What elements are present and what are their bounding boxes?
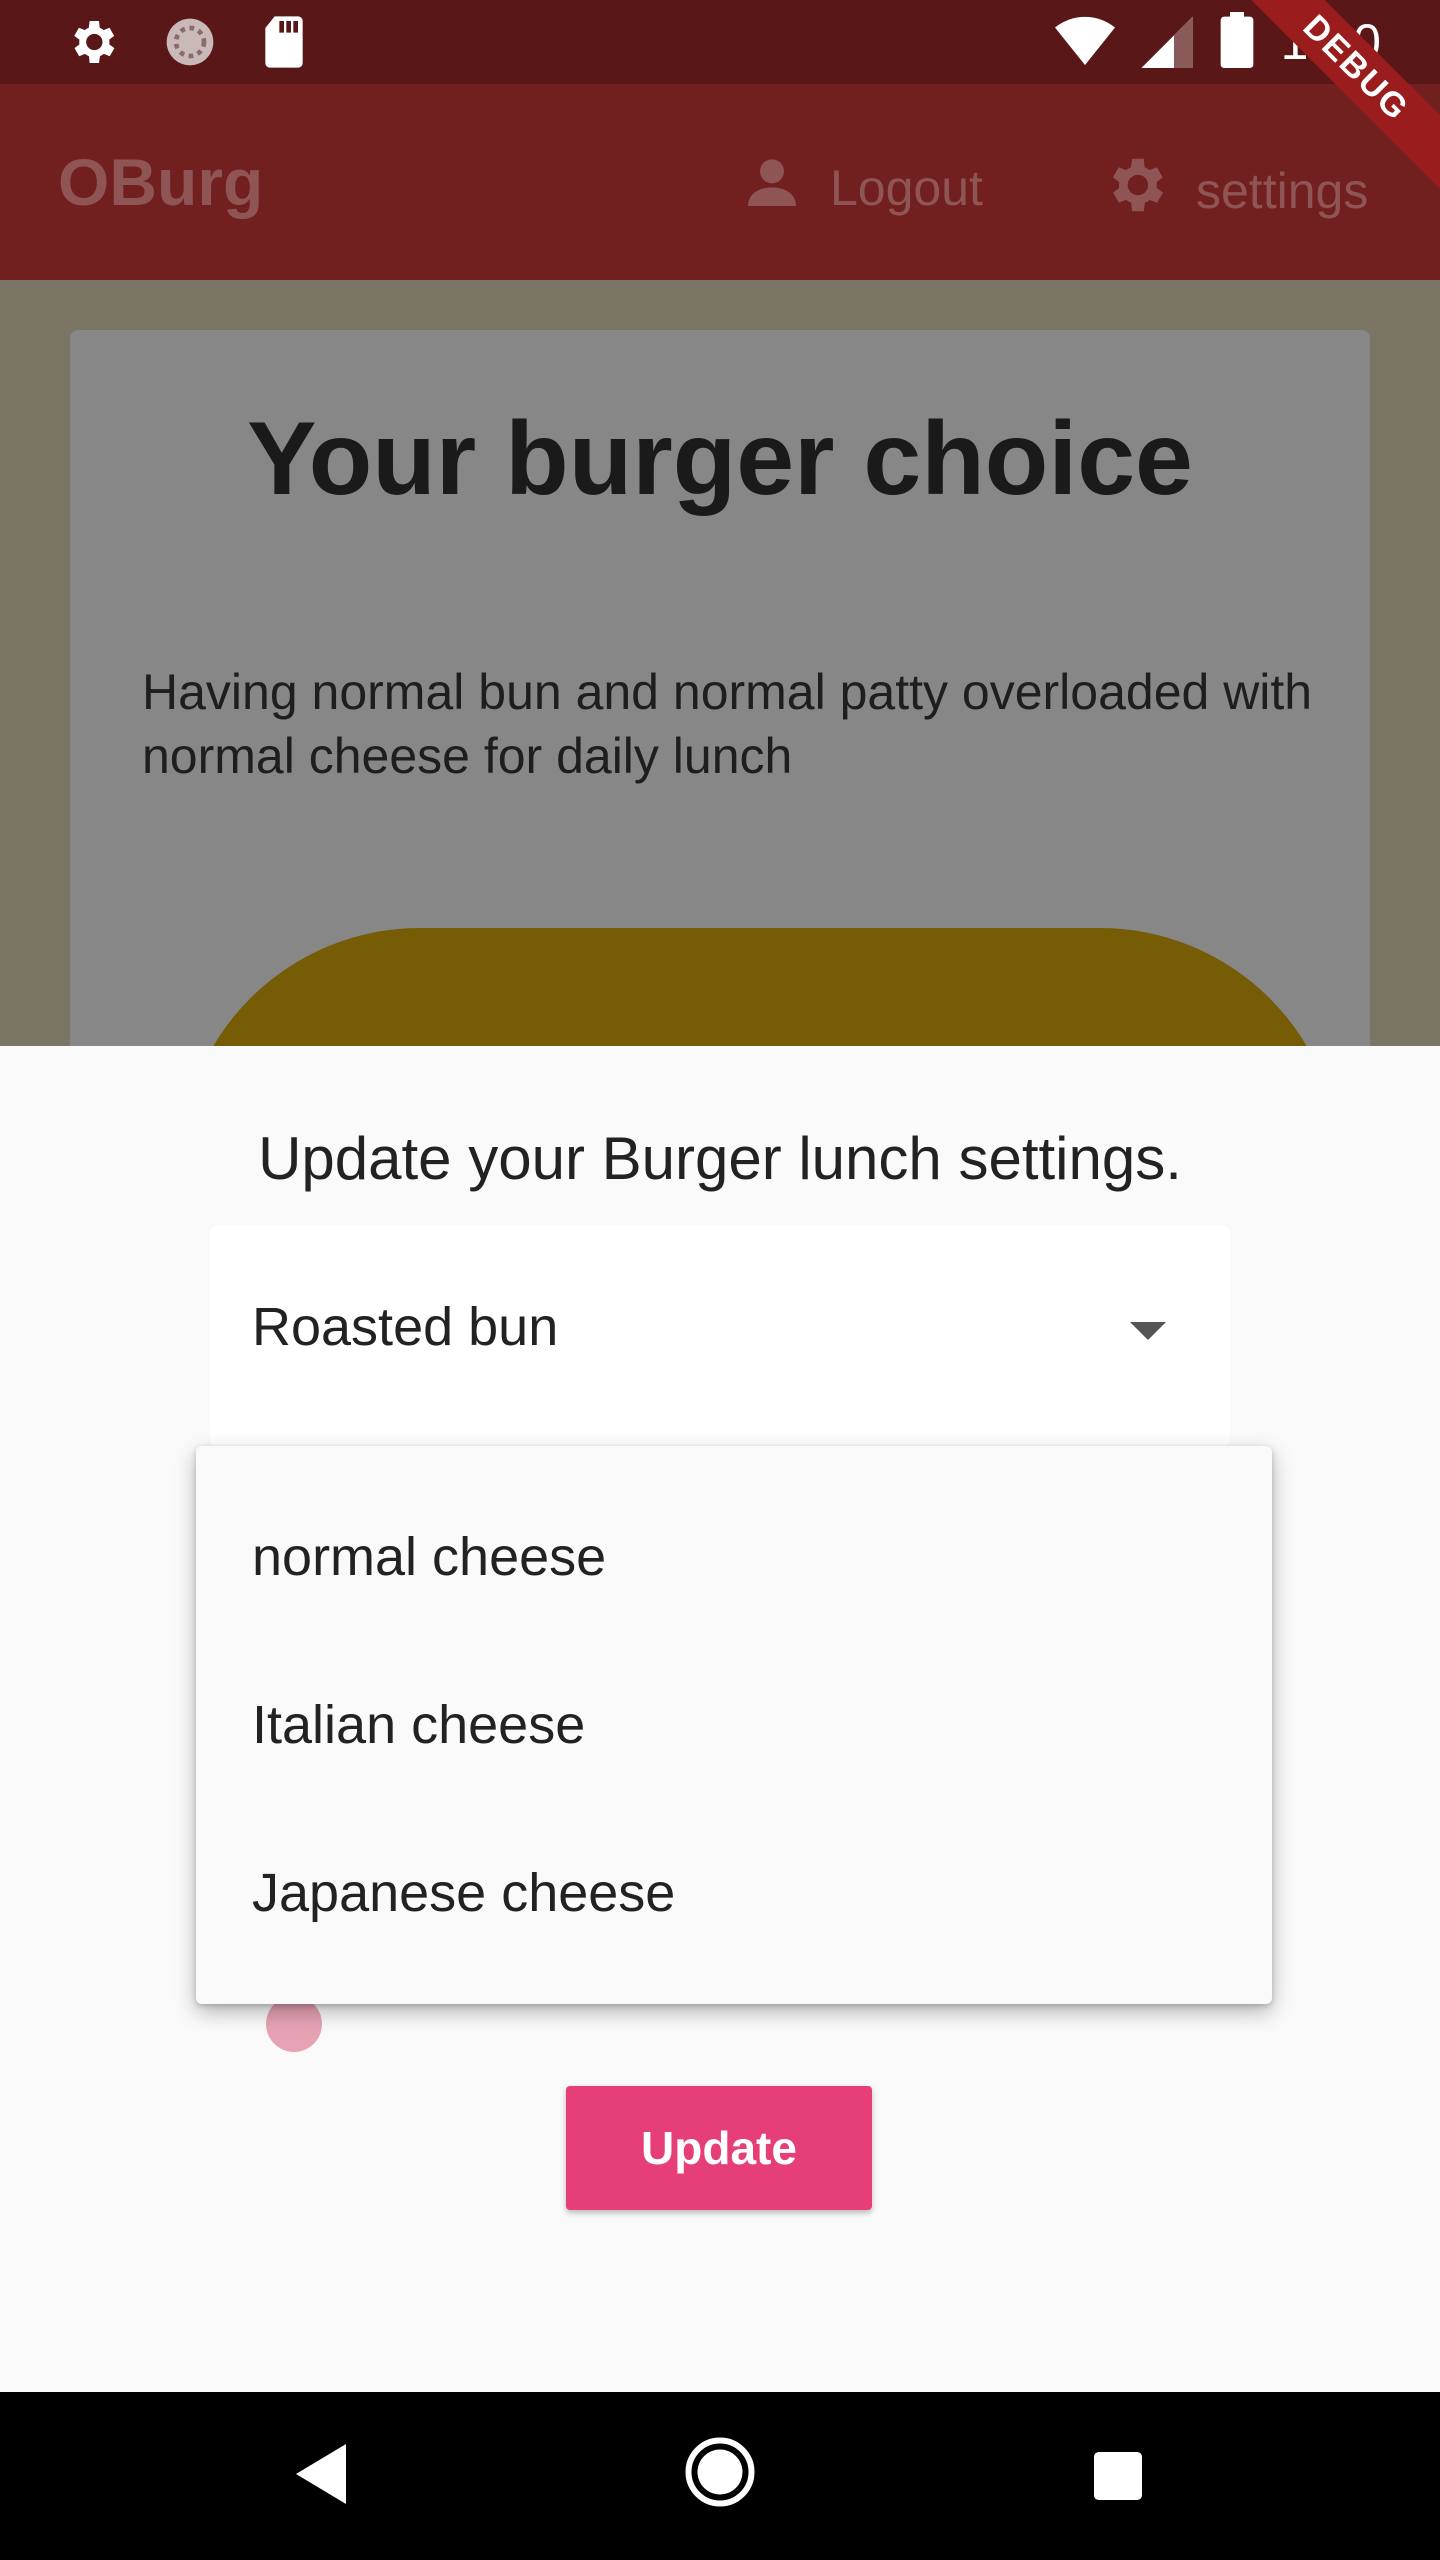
person-icon: [740, 150, 804, 226]
navigation-bar: [0, 2392, 1440, 2560]
menu-item-normal-cheese[interactable]: normal cheese: [252, 1526, 606, 1588]
menu-item-italian-cheese[interactable]: Italian cheese: [252, 1694, 585, 1756]
menu-item-japanese-cheese[interactable]: Japanese cheese: [252, 1862, 675, 1924]
signal-icon: [1141, 12, 1193, 72]
burger-card: Your burger choice Having normal bun and…: [70, 330, 1370, 1090]
back-icon[interactable]: [296, 2444, 346, 2508]
sd-card-icon: [260, 14, 308, 74]
status-left-icons: [64, 14, 308, 74]
card-heading: Your burger choice: [247, 401, 1193, 517]
app-bar: OBurg Logout settings: [0, 84, 1440, 280]
gear-icon: [1100, 150, 1170, 232]
settings-icon: [64, 14, 120, 74]
app-screen: 1:00 OBurg Logout settings DEBUG Your bu…: [0, 0, 1440, 2560]
sheet-title: Update your Burger lunch settings.: [258, 1125, 1182, 1192]
card-description: Having normal bun and normal patty overl…: [142, 664, 1313, 784]
status-bar: 1:00: [0, 0, 1440, 84]
logout-button[interactable]: Logout: [740, 150, 983, 226]
cheese-dropdown-menu: normal cheese Italian cheese Japanese ch…: [196, 1446, 1272, 2004]
settings-label: settings: [1196, 163, 1369, 219]
logout-label: Logout: [830, 160, 983, 216]
slider-thumb[interactable]: [266, 1996, 322, 2052]
dropdown-arrow-icon: [1130, 1322, 1166, 1340]
bun-dropdown[interactable]: Roasted bun: [210, 1226, 1230, 1446]
app-title: OBurg: [58, 145, 264, 219]
sync-icon: [162, 14, 218, 74]
bun-dropdown-value: Roasted bun: [252, 1297, 559, 1357]
recents-icon[interactable]: [1094, 2452, 1142, 2504]
battery-icon: [1219, 12, 1255, 72]
home-icon[interactable]: [684, 2436, 756, 2512]
wifi-icon: [1054, 12, 1115, 72]
update-button[interactable]: Update: [566, 2086, 872, 2210]
settings-button[interactable]: settings: [1100, 150, 1368, 232]
